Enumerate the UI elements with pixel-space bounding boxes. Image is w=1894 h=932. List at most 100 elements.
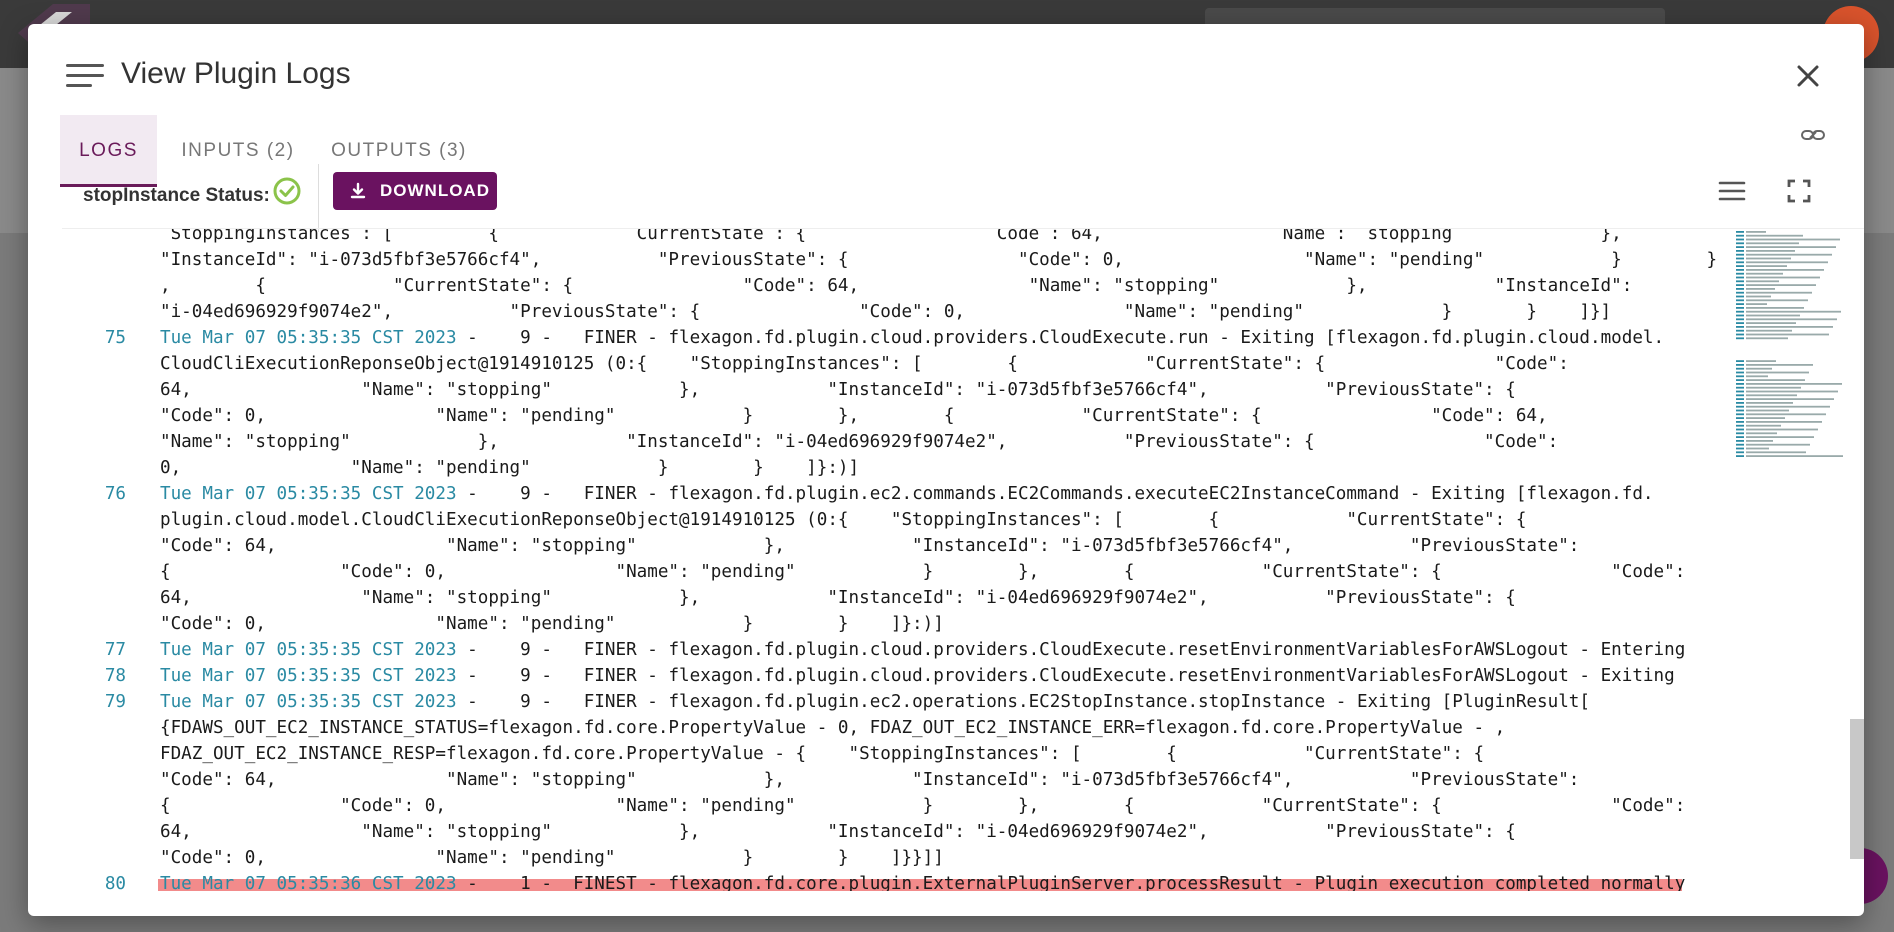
minimap-mark bbox=[1746, 440, 1773, 442]
minimap-mark bbox=[1746, 428, 1818, 431]
minimap-mark bbox=[1746, 257, 1791, 260]
minimap-mark bbox=[1736, 238, 1744, 241]
log-message: { "Code": 0, "Name": "pending" } }, { "C… bbox=[160, 796, 1686, 816]
download-icon bbox=[350, 182, 366, 199]
minimap-mark bbox=[1736, 405, 1744, 408]
log-message: FDAZ_OUT_EC2_INSTANCE_RESP=flexagon.fd.c… bbox=[160, 744, 1485, 764]
log-message: 64, "Name": "stopping" }, "InstanceId": … bbox=[160, 588, 1516, 608]
minimap-mark bbox=[1746, 231, 1766, 233]
minimap-mark bbox=[1736, 318, 1744, 321]
toolbar-divider bbox=[318, 164, 319, 232]
minimap-mark bbox=[1746, 314, 1800, 317]
check-circle-icon bbox=[273, 177, 301, 205]
plugin-logs-dialog: View Plugin Logs LOGS INPUTS (2) OUTPUTS… bbox=[28, 24, 1864, 916]
minimap-mark bbox=[1736, 371, 1744, 374]
log-line: "Name": "stopping" }, "InstanceId": "i-0… bbox=[62, 429, 1722, 455]
log-line: "InstanceId": "i-073d5fbf3e5766cf4", "Pr… bbox=[62, 247, 1722, 273]
minimap-mark bbox=[1746, 379, 1805, 381]
minimap-mark bbox=[1746, 333, 1829, 336]
minimap-mark bbox=[1746, 447, 1769, 450]
minimap-mark bbox=[1736, 402, 1744, 404]
minimap-mark bbox=[1736, 386, 1744, 389]
minimap-mark bbox=[1746, 405, 1830, 408]
minimap-mark bbox=[1746, 250, 1795, 252]
list-icon[interactable] bbox=[1717, 178, 1747, 204]
line-number: 75 bbox=[104, 328, 126, 348]
log-message: CloudCliExecutionReponseObject@191491012… bbox=[160, 354, 1569, 374]
minimap-mark bbox=[1736, 242, 1744, 245]
minimap-mark bbox=[1746, 360, 1776, 362]
minimap-mark bbox=[1746, 402, 1793, 404]
minimap-mark bbox=[1736, 250, 1744, 252]
log-line: {FDAWS_OUT_EC2_INSTANCE_STATUS=flexagon.… bbox=[62, 715, 1722, 741]
minimap-mark bbox=[1736, 307, 1744, 309]
minimap-mark bbox=[1746, 234, 1803, 237]
log-line: 76 Tue Mar 07 05:35:35 CST 2023 - 9 - FIN… bbox=[62, 481, 1722, 507]
fullscreen-icon[interactable] bbox=[1785, 177, 1813, 205]
log-message: - 9 - FINER - flexagon.fd.plugin.cloud.p… bbox=[456, 640, 1686, 660]
minimap-mark bbox=[1746, 246, 1836, 248]
log-line: StoppingInstances : [ { CurrentState : {… bbox=[62, 229, 1722, 247]
minimap-mark bbox=[1736, 409, 1744, 412]
minimap-mark bbox=[1746, 307, 1804, 309]
minimap-mark bbox=[1736, 367, 1744, 370]
minimap-mark bbox=[1746, 242, 1799, 245]
minimap-mark bbox=[1736, 424, 1744, 427]
minimap-mark bbox=[1736, 440, 1744, 442]
minimap-mark bbox=[1736, 295, 1744, 298]
minimap-mark bbox=[1736, 310, 1744, 313]
status-label: stopInstance Status: bbox=[83, 185, 270, 206]
minimap-mark bbox=[1746, 253, 1832, 256]
close-icon[interactable] bbox=[1788, 56, 1828, 96]
line-number: 79 bbox=[104, 692, 126, 712]
log-message: "Code": 64, "Name": "stopping" }, "Insta… bbox=[160, 536, 1580, 556]
download-button[interactable]: DOWNLOAD bbox=[333, 172, 497, 210]
minimap-mark bbox=[1746, 386, 1801, 389]
log-line: 79 Tue Mar 07 05:35:35 CST 2023 - 9 - FIN… bbox=[62, 689, 1722, 715]
log-line: "Code": 0, "Name": "pending" } } ]}}]] bbox=[62, 845, 1722, 871]
log-message: "Name": "stopping" }, "InstanceId": "i-0… bbox=[160, 432, 1559, 452]
log-message: - 1 - FINEST - flexagon.fd.core.plugin.E… bbox=[456, 874, 1686, 891]
log-line: 75 Tue Mar 07 05:35:35 CST 2023 - 9 - FIN… bbox=[62, 325, 1722, 351]
minimap-mark bbox=[1746, 326, 1833, 328]
minimap-mark bbox=[1746, 269, 1824, 271]
line-number: 76 bbox=[104, 484, 126, 504]
minimap-mark bbox=[1736, 326, 1744, 328]
minimap-mark bbox=[1746, 409, 1789, 412]
log-line: CloudCliExecutionReponseObject@191491012… bbox=[62, 351, 1722, 377]
log-timestamp: Tue Mar 07 05:35:35 CST 2023 bbox=[160, 484, 457, 504]
log-message: { "Code": 0, "Name": "pending" } }, { "C… bbox=[160, 562, 1686, 582]
minimap-mark bbox=[1736, 265, 1744, 267]
minimap-mark bbox=[1746, 310, 1841, 313]
link-icon[interactable] bbox=[1800, 122, 1826, 148]
minimap-mark bbox=[1736, 231, 1744, 233]
minimap-mark bbox=[1746, 322, 1796, 324]
minimap-mark bbox=[1736, 280, 1744, 283]
line-number: 77 bbox=[104, 640, 126, 660]
menu-icon[interactable] bbox=[66, 62, 104, 90]
log-message: , { "CurrentState": { "Code": 64, "Name"… bbox=[160, 276, 1633, 296]
log-timestamp: Tue Mar 07 05:35:35 CST 2023 bbox=[160, 692, 457, 712]
minimap-mark bbox=[1736, 253, 1744, 256]
scrollbar-thumb[interactable] bbox=[1850, 719, 1864, 859]
log-line: { "Code": 0, "Name": "pending" } }, { "C… bbox=[62, 793, 1722, 819]
minimap-mark bbox=[1736, 421, 1744, 423]
log-message: "Code": 0, "Name": "pending" } } ]}:)] bbox=[160, 614, 944, 634]
minimap-mark bbox=[1746, 337, 1788, 340]
tab-logs[interactable]: LOGS bbox=[60, 115, 157, 187]
minimap-mark bbox=[1736, 364, 1744, 366]
minimap-mark bbox=[1736, 390, 1744, 393]
minimap-mark bbox=[1746, 375, 1768, 378]
minimap-mark bbox=[1736, 337, 1744, 340]
minimap-mark bbox=[1736, 314, 1744, 317]
minimap-mark bbox=[1746, 371, 1809, 374]
log-line: 77 Tue Mar 07 05:35:35 CST 2023 - 9 - FIN… bbox=[62, 637, 1722, 663]
minimap-mark bbox=[1736, 288, 1744, 290]
minimap-mark bbox=[1736, 257, 1744, 260]
minimap-mark bbox=[1746, 364, 1813, 366]
log-line: 78 Tue Mar 07 05:35:35 CST 2023 - 9 - FIN… bbox=[62, 663, 1722, 689]
line-number: 78 bbox=[104, 666, 126, 686]
log-viewer[interactable]: StoppingInstances : [ { CurrentState : {… bbox=[62, 228, 1864, 891]
log-minimap[interactable] bbox=[1734, 229, 1846, 469]
minimap-mark bbox=[1746, 432, 1777, 435]
